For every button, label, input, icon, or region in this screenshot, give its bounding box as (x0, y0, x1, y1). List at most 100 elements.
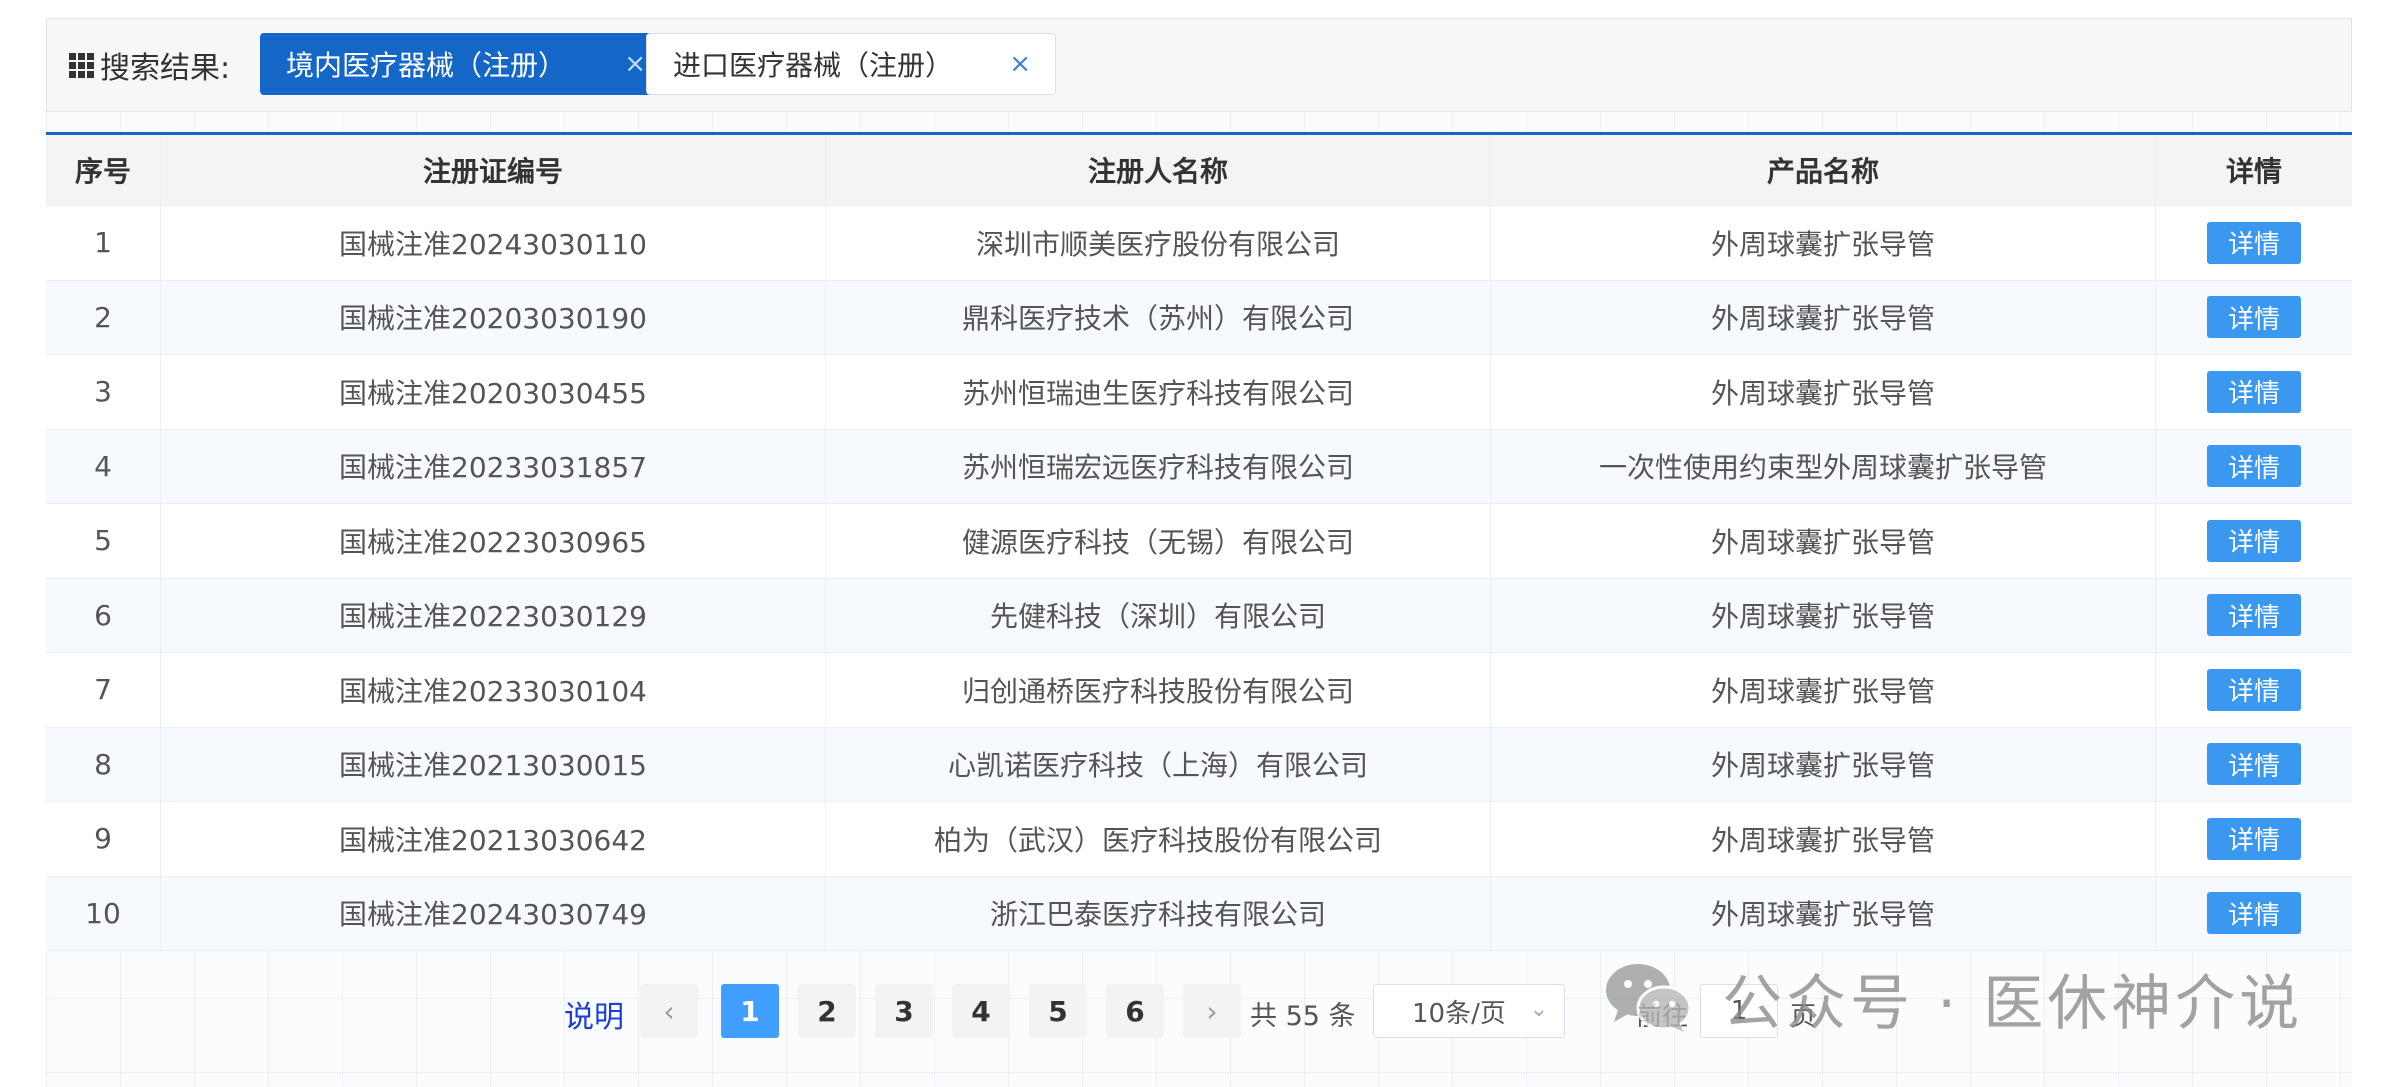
tag-label: 境内医疗器械（注册） (286, 49, 567, 82)
cell-index: 2 (46, 280, 161, 354)
page-button-5[interactable]: 5 (1029, 984, 1087, 1038)
cell-index: 8 (46, 727, 161, 801)
details-button[interactable]: 详情 (2207, 743, 2301, 786)
results-table: 序号 注册证编号 注册人名称 产品名称 详情 1 国械注准20243030110 深… (46, 132, 2352, 951)
close-icon[interactable]: × (1009, 49, 1031, 79)
wechat-watermark: 公众号 · 医休神介说 (1604, 958, 2303, 1039)
details-button[interactable]: 详情 (2207, 445, 2301, 488)
table-row: 5 国械注准20223030965 健源医疗科技（无锡）有限公司 外周球囊扩张导管 详情 (46, 504, 2352, 579)
cell-registration-number: 国械注准20233030104 (161, 653, 826, 727)
cell-product-name: 外周球囊扩张导管 (1491, 280, 2156, 354)
details-button[interactable]: 详情 (2207, 668, 2301, 711)
header-registration-number: 注册证编号 (161, 135, 826, 205)
details-button[interactable]: 详情 (2207, 519, 2301, 562)
cell-registrant-name: 健源医疗科技（无锡）有限公司 (826, 504, 1491, 578)
tag-imported-registration[interactable]: 进口医疗器械（注册） × (646, 33, 1056, 95)
table-row: 7 国械注准20233030104 归创通桥医疗科技股份有限公司 外周球囊扩张导管 详情 (46, 653, 2352, 728)
cell-registrant-name: 深圳市顺美医疗股份有限公司 (826, 206, 1491, 280)
header-registrant-name: 注册人名称 (826, 135, 1491, 205)
cell-registrant-name: 苏州恒瑞迪生医疗科技有限公司 (826, 355, 1491, 429)
cell-registration-number: 国械注准20213030015 (161, 727, 826, 801)
header-details: 详情 (2225, 155, 2282, 188)
cell-product-name: 外周球囊扩张导管 (1491, 802, 2156, 876)
watermark-text: 公众号 · 医休神介说 (1722, 968, 2304, 1039)
cell-details: 详情 (2156, 728, 2352, 802)
cell-product-name: 外周球囊扩张导管 (1491, 876, 2156, 950)
cell-registration-number: 国械注准20213030642 (161, 802, 826, 876)
cell-details: 详情 (2156, 877, 2352, 951)
cell-product-name: 外周球囊扩张导管 (1491, 727, 2156, 801)
details-button[interactable]: 详情 (2207, 221, 2301, 264)
page-size-value: 10条/页 (1412, 998, 1506, 1029)
cell-registration-number: 国械注准20203030190 (161, 280, 826, 354)
cell-registrant-name: 心凯诺医疗科技（上海）有限公司 (826, 727, 1491, 801)
page-button-4[interactable]: 4 (952, 984, 1010, 1038)
table-row: 1 国械注准20243030110 深圳市顺美医疗股份有限公司 外周球囊扩张导管 详情 (46, 206, 2352, 281)
details-button[interactable]: 详情 (2207, 370, 2301, 413)
table-row: 6 国械注准20223030129 先健科技（深圳）有限公司 外周球囊扩张导管 详情 (46, 578, 2352, 653)
cell-details: 详情 (2156, 653, 2352, 727)
tag-label: 进口医疗器械（注册） (673, 49, 954, 82)
cell-index: 6 (46, 578, 161, 652)
cell-registrant-name: 归创通桥医疗科技股份有限公司 (826, 653, 1491, 727)
page-root: 搜索结果: 境内医疗器械（注册） × 进口医疗器械（注册） × 序号 注册证编号… (0, 0, 2390, 1087)
cell-product-name: 外周球囊扩张导管 (1491, 504, 2156, 578)
page-button-2[interactable]: 2 (798, 984, 856, 1038)
header-index: 序号 (46, 135, 161, 205)
cell-index: 9 (46, 802, 161, 876)
page-button-3[interactable]: 3 (875, 984, 933, 1038)
cell-registration-number: 国械注准20223030129 (161, 578, 826, 652)
page-size-select[interactable]: 10条/页 ⌄ (1373, 984, 1565, 1038)
wechat-logo-icon (1604, 960, 1692, 1036)
page-button-6[interactable]: 6 (1106, 984, 1164, 1038)
cell-index: 3 (46, 355, 161, 429)
tag-domestic-registration[interactable]: 境内医疗器械（注册） × (260, 33, 670, 95)
cell-product-name: 外周球囊扩张导管 (1491, 206, 2156, 280)
search-label-text: 搜索结果: (100, 51, 231, 86)
help-link[interactable]: 说明 (564, 992, 624, 1036)
cell-index: 1 (46, 206, 161, 280)
table-row: 3 国械注准20203030455 苏州恒瑞迪生医疗科技有限公司 外周球囊扩张导管 详情 (46, 355, 2352, 430)
cell-registrant-name: 浙江巴泰医疗科技有限公司 (826, 876, 1491, 950)
cell-index: 5 (46, 504, 161, 578)
cell-details: 详情 (2156, 802, 2352, 876)
next-page-button[interactable]: › (1183, 984, 1241, 1038)
details-button[interactable]: 详情 (2207, 296, 2301, 339)
table-row: 4 国械注准20233031857 苏州恒瑞宏远医疗科技有限公司 一次性使用约束型外周… (46, 429, 2352, 504)
table-row: 8 国械注准20213030015 心凯诺医疗科技（上海）有限公司 外周球囊扩张导管 详… (46, 727, 2352, 802)
cell-details: 详情 (2156, 355, 2352, 429)
table-header-row: 序号 注册证编号 注册人名称 产品名称 详情 (46, 135, 2352, 206)
cell-registrant-name: 柏为（武汉）医疗科技股份有限公司 (826, 802, 1491, 876)
cell-details: 详情 (2156, 281, 2352, 355)
table-row: 10 国械注准20243030749 浙江巴泰医疗科技有限公司 外周球囊扩张导管 详情 (46, 876, 2352, 951)
close-icon[interactable]: × (624, 49, 646, 79)
cell-registration-number: 国械注准20203030455 (161, 355, 826, 429)
header-product-name: 产品名称 (1491, 135, 2156, 205)
cell-details: 详情 (2156, 504, 2352, 578)
cell-index: 4 (46, 429, 161, 503)
page-button-1[interactable]: 1 (721, 984, 779, 1038)
cell-details: 详情 (2156, 206, 2352, 280)
details-button[interactable]: 详情 (2207, 594, 2301, 637)
cell-registration-number: 国械注准20223030965 (161, 504, 826, 578)
chevron-down-icon: ⌄ (1529, 997, 1548, 1022)
cell-product-name: 外周球囊扩张导管 (1491, 578, 2156, 652)
total-count: 共 55 条 (1250, 1001, 1356, 1032)
cell-product-name: 一次性使用约束型外周球囊扩张导管 (1491, 429, 2156, 503)
table-row: 2 国械注准20203030190 鼎科医疗技术（苏州）有限公司 外周球囊扩张导管 详情 (46, 280, 2352, 355)
details-button[interactable]: 详情 (2207, 892, 2301, 935)
cell-registration-number: 国械注准20243030110 (161, 206, 826, 280)
search-results-bar: 搜索结果: 境内医疗器械（注册） × 进口医疗器械（注册） × (46, 18, 2352, 112)
cell-details: 详情 (2156, 430, 2352, 504)
grid-icon (69, 52, 94, 78)
cell-index: 10 (46, 876, 161, 950)
cell-registration-number: 国械注准20243030749 (161, 876, 826, 950)
prev-page-button[interactable]: ‹ (640, 984, 698, 1038)
search-results-label: 搜索结果: (69, 43, 230, 87)
cell-details: 详情 (2156, 579, 2352, 653)
cell-registrant-name: 苏州恒瑞宏远医疗科技有限公司 (826, 429, 1491, 503)
table-row: 9 国械注准20213030642 柏为（武汉）医疗科技股份有限公司 外周球囊扩张导管… (46, 802, 2352, 877)
cell-product-name: 外周球囊扩张导管 (1491, 355, 2156, 429)
cell-registrant-name: 鼎科医疗技术（苏州）有限公司 (826, 280, 1491, 354)
details-button[interactable]: 详情 (2207, 817, 2301, 860)
